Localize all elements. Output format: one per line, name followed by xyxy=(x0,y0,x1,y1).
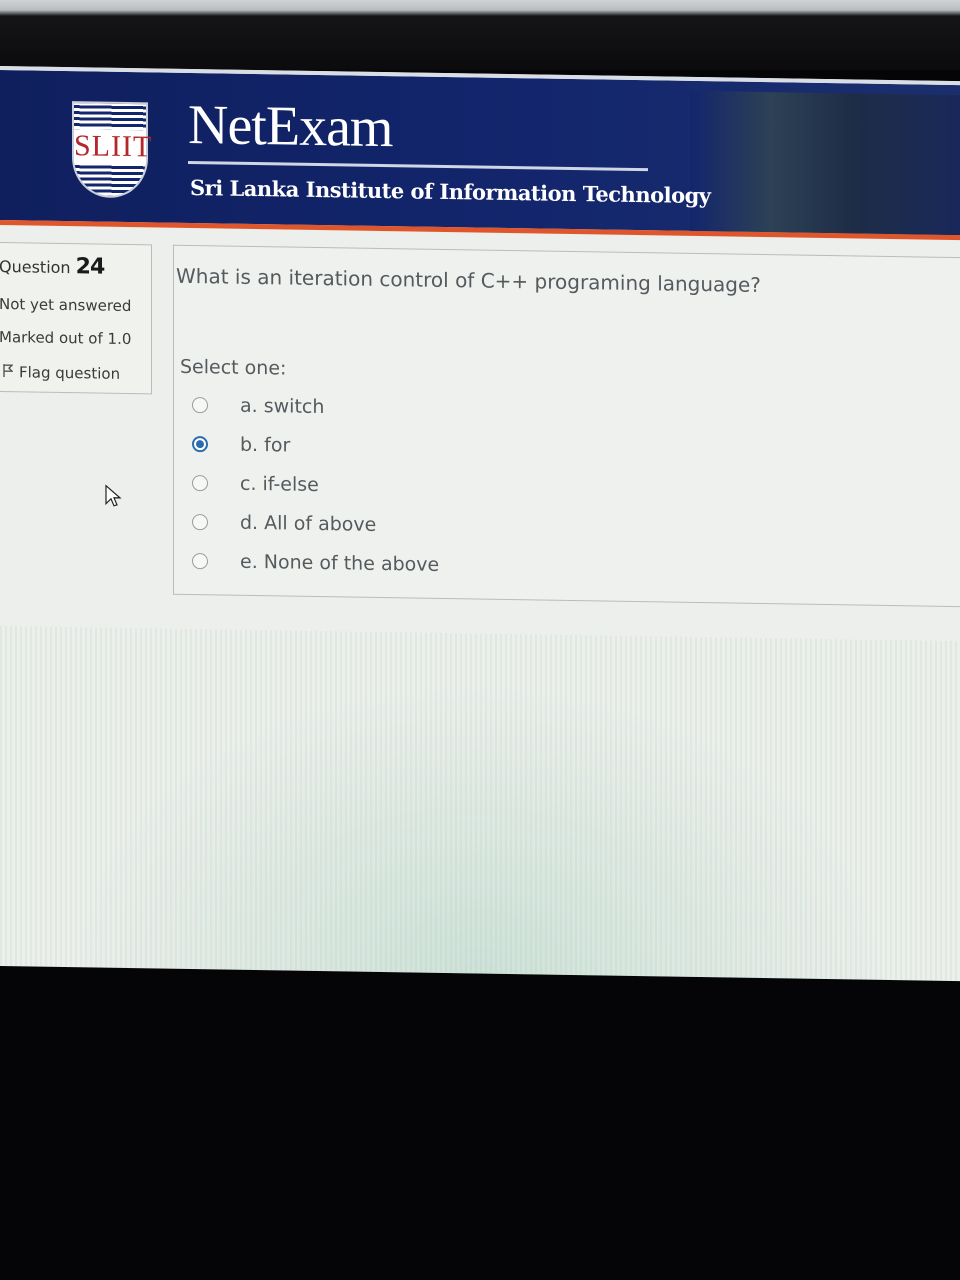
exam-screen: SLIIT NetExam Sri Lanka Institute of Inf… xyxy=(0,66,960,982)
option-label: d. All of above xyxy=(240,511,377,536)
question-text: What is an iteration control of C++ prog… xyxy=(176,263,761,297)
title-divider xyxy=(188,160,648,172)
option-label: c. if-else xyxy=(240,472,319,497)
answer-option-c[interactable]: c. if-else xyxy=(192,468,319,500)
option-label: a. switch xyxy=(240,394,325,419)
monitor-bezel xyxy=(0,0,960,70)
institute-name: Sri Lanka Institute of Information Techn… xyxy=(190,174,711,209)
flag-question-label: Flag question xyxy=(19,363,121,383)
option-label: b. for xyxy=(240,433,291,457)
option-label: e. None of the above xyxy=(240,550,440,576)
question-number-line: Question 24 xyxy=(0,253,105,280)
answer-state: Not yet answered xyxy=(0,294,132,316)
radio-button[interactable] xyxy=(192,514,208,531)
answer-option-d[interactable]: d. All of above xyxy=(192,507,376,540)
flag-question-link[interactable]: Flag question xyxy=(3,363,120,383)
logo-text: SLIIT xyxy=(74,129,153,165)
question-info-panel: Question 24 Not yet answered Marked out … xyxy=(0,241,152,395)
question-content: What is an iteration control of C++ prog… xyxy=(173,244,960,608)
app-title: NetExam xyxy=(188,93,393,160)
radio-button[interactable] xyxy=(192,553,208,570)
select-one-prompt: Select one: xyxy=(180,355,287,380)
question-number: 24 xyxy=(75,254,105,280)
flag-icon xyxy=(3,363,14,381)
mouse-cursor-icon xyxy=(104,484,122,508)
answer-option-b[interactable]: b. for xyxy=(192,429,290,461)
answer-option-a[interactable]: a. switch xyxy=(192,390,324,422)
site-header: SLIIT NetExam Sri Lanka Institute of Inf… xyxy=(0,66,960,241)
sliit-logo[interactable]: SLIIT xyxy=(72,101,153,199)
radio-button[interactable] xyxy=(192,475,208,492)
header-photo xyxy=(690,90,960,236)
radio-button-selected[interactable] xyxy=(192,436,208,453)
marks-info: Marked out of 1.0 xyxy=(0,327,132,349)
question-label: Question xyxy=(0,256,71,278)
answer-option-e[interactable]: e. None of the above xyxy=(192,546,439,580)
screen-moire xyxy=(0,626,960,982)
radio-button[interactable] xyxy=(192,397,208,414)
